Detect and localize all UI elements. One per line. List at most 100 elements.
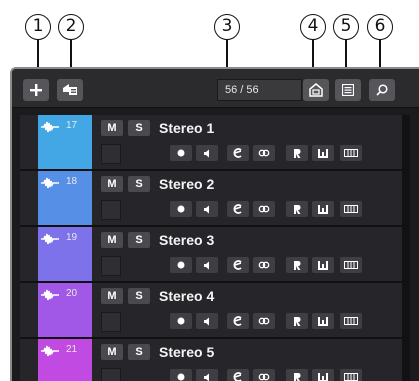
record-enable-button[interactable] bbox=[170, 369, 192, 381]
mute-button[interactable]: M bbox=[101, 120, 123, 136]
read-icon bbox=[294, 316, 301, 326]
track-number: 18 bbox=[66, 176, 78, 187]
track-status-box bbox=[101, 200, 121, 220]
link-button[interactable] bbox=[253, 145, 275, 161]
speaker-icon bbox=[203, 261, 209, 269]
track-row[interactable]: 19 M S Stereo 3 bbox=[20, 227, 410, 281]
record-icon bbox=[177, 149, 185, 157]
fit-tracks-button[interactable] bbox=[303, 79, 329, 101]
search-icon bbox=[376, 84, 388, 96]
track-number: 17 bbox=[66, 120, 78, 131]
edit-icon bbox=[233, 260, 242, 270]
link-button[interactable] bbox=[253, 369, 275, 381]
lanes-button[interactable] bbox=[340, 257, 362, 273]
edit-button[interactable] bbox=[227, 201, 249, 217]
write-automation-button[interactable] bbox=[312, 201, 334, 217]
callout-1: 1 bbox=[25, 14, 51, 40]
solo-button[interactable]: S bbox=[128, 120, 150, 136]
search-button[interactable] bbox=[369, 79, 395, 101]
track-name[interactable]: Stereo 1 bbox=[159, 120, 214, 136]
lanes-button[interactable] bbox=[340, 313, 362, 329]
read-automation-button[interactable] bbox=[286, 145, 308, 161]
mute-button[interactable]: M bbox=[101, 176, 123, 192]
speaker-icon bbox=[203, 149, 209, 157]
plus-icon bbox=[30, 84, 42, 96]
record-enable-button[interactable] bbox=[170, 257, 192, 273]
read-automation-button[interactable] bbox=[286, 201, 308, 217]
track-number: 20 bbox=[66, 288, 78, 299]
track-list-options-button[interactable] bbox=[335, 79, 361, 101]
lanes-icon bbox=[344, 261, 358, 269]
callout-6: 6 bbox=[367, 14, 393, 40]
visible-tracks-counter: 56 / 56 bbox=[217, 79, 302, 101]
monitor-button[interactable] bbox=[196, 201, 218, 217]
record-icon bbox=[177, 317, 185, 325]
track-row[interactable]: 18 M S Stereo 2 bbox=[20, 171, 410, 225]
speaker-icon bbox=[203, 205, 209, 213]
track-color-strip[interactable]: 21 bbox=[38, 339, 92, 381]
link-icon bbox=[258, 261, 270, 269]
track-color-strip[interactable]: 17 bbox=[38, 115, 92, 169]
waveform-icon bbox=[41, 289, 59, 301]
track-color-strip[interactable]: 20 bbox=[38, 283, 92, 337]
read-automation-button[interactable] bbox=[286, 369, 308, 381]
track-list-toolbar: 56 / 56 bbox=[12, 69, 419, 108]
add-track-from-preset-button[interactable] bbox=[57, 79, 83, 101]
link-button[interactable] bbox=[253, 257, 275, 273]
monitor-button[interactable] bbox=[196, 257, 218, 273]
lanes-button[interactable] bbox=[340, 145, 362, 161]
track-status-box bbox=[101, 368, 121, 381]
monitor-button[interactable] bbox=[196, 145, 218, 161]
track-color-strip[interactable]: 19 bbox=[38, 227, 92, 281]
solo-button[interactable]: S bbox=[128, 232, 150, 248]
edit-icon bbox=[233, 372, 242, 381]
track-name[interactable]: Stereo 2 bbox=[159, 176, 214, 192]
track-color-strip[interactable]: 18 bbox=[38, 171, 92, 225]
mute-button[interactable]: M bbox=[101, 344, 123, 360]
link-icon bbox=[258, 149, 270, 157]
callout-2: 2 bbox=[58, 14, 84, 40]
read-automation-button[interactable] bbox=[286, 257, 308, 273]
write-automation-button[interactable] bbox=[312, 257, 334, 273]
edit-button[interactable] bbox=[227, 257, 249, 273]
solo-button[interactable]: S bbox=[128, 288, 150, 304]
monitor-button[interactable] bbox=[196, 313, 218, 329]
solo-button[interactable]: S bbox=[128, 344, 150, 360]
write-automation-button[interactable] bbox=[312, 145, 334, 161]
edit-button[interactable] bbox=[227, 313, 249, 329]
link-button[interactable] bbox=[253, 201, 275, 217]
record-enable-button[interactable] bbox=[170, 145, 192, 161]
read-icon bbox=[294, 372, 301, 381]
edit-button[interactable] bbox=[227, 369, 249, 381]
read-icon bbox=[294, 148, 301, 158]
record-icon bbox=[177, 205, 185, 213]
track-scroll-edge bbox=[402, 283, 410, 337]
solo-button[interactable]: S bbox=[128, 176, 150, 192]
record-enable-button[interactable] bbox=[170, 313, 192, 329]
write-icon bbox=[318, 372, 328, 381]
link-button[interactable] bbox=[253, 313, 275, 329]
write-automation-button[interactable] bbox=[312, 369, 334, 381]
lanes-button[interactable] bbox=[340, 369, 362, 381]
edit-icon bbox=[233, 204, 242, 214]
add-track-button[interactable] bbox=[23, 79, 49, 101]
record-icon bbox=[177, 373, 185, 381]
record-enable-button[interactable] bbox=[170, 201, 192, 217]
track-name[interactable]: Stereo 4 bbox=[159, 288, 214, 304]
lanes-button[interactable] bbox=[340, 201, 362, 217]
waveform-icon bbox=[41, 121, 59, 133]
track-row[interactable]: 20 M S Stereo 4 bbox=[20, 283, 410, 337]
edit-button[interactable] bbox=[227, 145, 249, 161]
monitor-button[interactable] bbox=[196, 369, 218, 381]
track-row[interactable]: 17 M S Stereo 1 bbox=[20, 115, 410, 169]
read-automation-button[interactable] bbox=[286, 313, 308, 329]
mute-button[interactable]: M bbox=[101, 288, 123, 304]
track-row[interactable]: 21 M S Stereo 5 bbox=[20, 339, 410, 381]
track-scroll-edge bbox=[402, 115, 410, 169]
track-name[interactable]: Stereo 5 bbox=[159, 344, 214, 360]
track-status-box bbox=[101, 256, 121, 276]
write-automation-button[interactable] bbox=[312, 313, 334, 329]
read-icon bbox=[294, 260, 301, 270]
mute-button[interactable]: M bbox=[101, 232, 123, 248]
track-name[interactable]: Stereo 3 bbox=[159, 232, 214, 248]
